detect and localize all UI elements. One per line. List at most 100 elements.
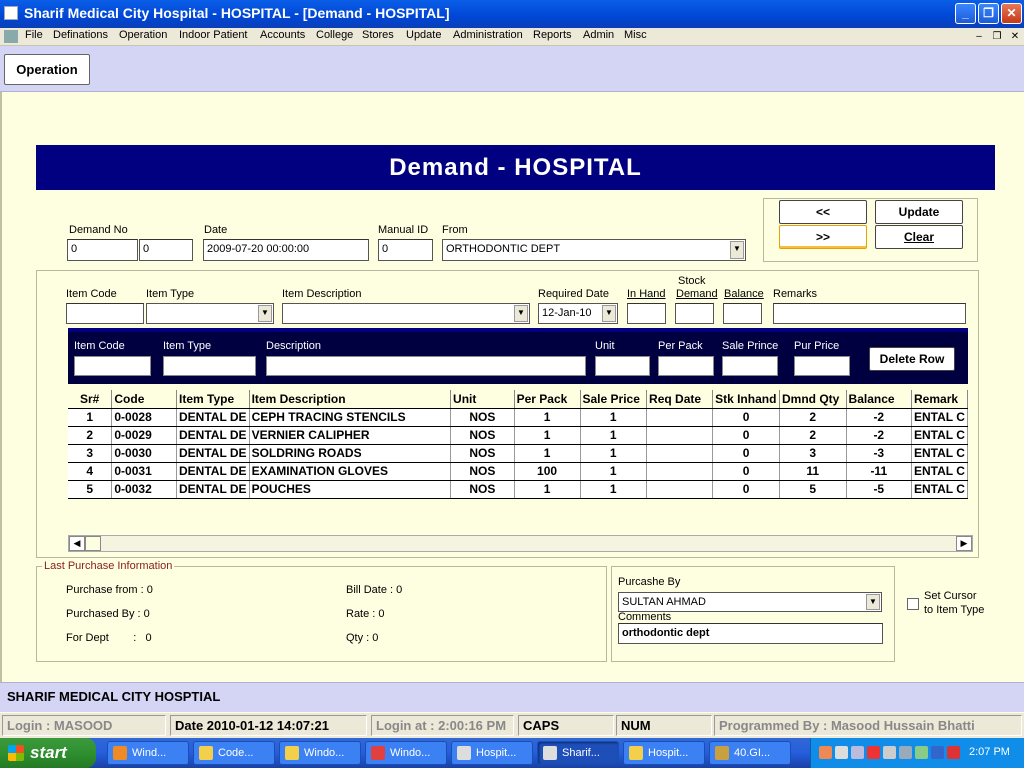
tray-settings-icon[interactable]: [899, 746, 912, 759]
tray-tools-icon[interactable]: [819, 746, 832, 759]
chevron-down-icon[interactable]: ▼: [730, 241, 744, 259]
mdi-minimize-icon[interactable]: –: [972, 30, 986, 43]
tray-app-icon[interactable]: [851, 746, 864, 759]
table-cell[interactable]: NOS: [450, 462, 515, 481]
table-cell[interactable]: 100: [514, 462, 581, 481]
table-cell[interactable]: 0-0028: [111, 408, 177, 427]
item-description-dropdown[interactable]: ▼: [282, 303, 530, 324]
table-cell[interactable]: ENTAL C: [911, 426, 968, 445]
maximize-button[interactable]: ❐: [978, 3, 999, 24]
table-cell[interactable]: NOS: [450, 480, 515, 499]
next-button[interactable]: >>: [779, 225, 867, 249]
edit-per-pack-input[interactable]: [658, 356, 714, 376]
menu-misc[interactable]: Misc: [624, 29, 647, 41]
table-cell[interactable]: NOS: [450, 408, 515, 427]
table-cell[interactable]: [646, 462, 714, 481]
table-cell[interactable]: DENTAL DE: [176, 426, 250, 445]
purchase-by-dropdown[interactable]: SULTAN AHMAD ▼: [618, 592, 882, 612]
table-cell[interactable]: ENTAL C: [911, 408, 968, 427]
demand-input[interactable]: [675, 303, 714, 324]
table-cell[interactable]: ENTAL C: [911, 480, 968, 499]
edit-item-code-input[interactable]: [74, 356, 151, 376]
update-button[interactable]: Update: [875, 200, 963, 224]
table-cell[interactable]: NOS: [450, 426, 515, 445]
chevron-down-icon[interactable]: ▼: [258, 305, 272, 322]
table-cell[interactable]: [646, 408, 714, 427]
table-cell[interactable]: ENTAL C: [911, 444, 968, 463]
table-cell[interactable]: EXAMINATION GLOVES: [249, 462, 452, 481]
column-header[interactable]: Item Type: [176, 390, 250, 409]
table-cell[interactable]: DENTAL DE: [176, 408, 250, 427]
table-cell[interactable]: 0-0032: [111, 480, 177, 499]
table-cell[interactable]: NOS: [450, 444, 515, 463]
menu-update[interactable]: Update: [406, 29, 441, 41]
table-cell[interactable]: 2: [779, 408, 847, 427]
table-cell[interactable]: 2: [68, 426, 113, 445]
table-row[interactable]: 1 0-0028 DENTAL DE CEPH TRACING STENCILS NOS…: [68, 408, 968, 427]
column-header[interactable]: Stk Inhand: [712, 390, 780, 409]
column-header[interactable]: Balance: [846, 390, 913, 409]
table-cell[interactable]: [646, 444, 714, 463]
title-bar[interactable]: Sharif Medical City Hospital - HOSPITAL …: [0, 0, 1024, 28]
menu-stores[interactable]: Stores: [362, 29, 394, 41]
table-cell[interactable]: 1: [514, 408, 581, 427]
from-dropdown[interactable]: ORTHODONTIC DEPT ▼: [442, 239, 746, 261]
app-icon[interactable]: [4, 6, 18, 20]
column-header[interactable]: Req Date: [646, 390, 714, 409]
menu-college[interactable]: College: [316, 29, 353, 41]
in-hand-input[interactable]: [627, 303, 666, 324]
column-header[interactable]: Item Description: [249, 390, 452, 409]
table-cell[interactable]: 1: [514, 426, 581, 445]
close-button[interactable]: ✕: [1001, 3, 1022, 24]
table-cell[interactable]: CEPH TRACING STENCILS: [249, 408, 452, 427]
table-cell[interactable]: 1: [580, 426, 648, 445]
table-cell[interactable]: 0: [712, 444, 780, 463]
chevron-down-icon[interactable]: ▼: [602, 305, 616, 322]
scroll-right-icon[interactable]: ▶: [956, 536, 972, 551]
table-cell[interactable]: 4: [68, 462, 113, 481]
scroll-left-icon[interactable]: ◀: [69, 536, 85, 551]
edit-unit-input[interactable]: [595, 356, 650, 376]
taskbar-item[interactable]: Hospit...: [451, 741, 533, 765]
table-cell[interactable]: 11: [779, 462, 847, 481]
table-cell[interactable]: POUCHES: [249, 480, 452, 499]
manual-id-field[interactable]: 0: [378, 239, 433, 261]
table-row[interactable]: 4 0-0031 DENTAL DE EXAMINATION GLOVES NOS 100…: [68, 462, 968, 481]
chevron-down-icon[interactable]: ▼: [866, 594, 880, 610]
table-cell[interactable]: 2: [779, 426, 847, 445]
scroll-thumb[interactable]: [85, 536, 101, 551]
table-cell[interactable]: DENTAL DE: [176, 462, 250, 481]
table-cell[interactable]: 3: [68, 444, 113, 463]
demand-no-field-1[interactable]: 0: [67, 239, 138, 261]
previous-button[interactable]: <<: [779, 200, 867, 224]
menu-administration[interactable]: Administration: [453, 29, 523, 41]
table-row[interactable]: 3 0-0030 DENTAL DE SOLDRING ROADS NOS 1 1 0 3 -3 E…: [68, 444, 968, 463]
menu-operation[interactable]: Operation: [119, 29, 167, 41]
mdi-restore-icon[interactable]: ❐: [990, 30, 1004, 43]
table-cell[interactable]: 1: [580, 444, 648, 463]
table-cell[interactable]: 0-0029: [111, 426, 177, 445]
table-row[interactable]: 2 0-0029 DENTAL DE VERNIER CALIPHER NOS 1 1 0 2-…: [68, 426, 968, 445]
edit-pur-price-input[interactable]: [794, 356, 850, 376]
edit-sale-price-input[interactable]: [722, 356, 778, 376]
taskbar-item[interactable]: Wind...: [107, 741, 189, 765]
edit-description-input[interactable]: [266, 356, 586, 376]
column-header[interactable]: Sale Price: [580, 390, 648, 409]
table-cell[interactable]: DENTAL DE: [176, 480, 250, 499]
table-cell[interactable]: 5: [68, 480, 113, 499]
table-cell[interactable]: 0: [712, 408, 780, 427]
table-cell[interactable]: 3: [779, 444, 847, 463]
table-cell[interactable]: -3: [846, 444, 913, 463]
table-cell[interactable]: 1: [68, 408, 113, 427]
remarks-input[interactable]: [773, 303, 966, 324]
balance-input[interactable]: [723, 303, 762, 324]
edit-item-type-input[interactable]: [163, 356, 256, 376]
item-type-dropdown[interactable]: ▼: [146, 303, 274, 324]
menu-accounts[interactable]: Accounts: [260, 29, 305, 41]
column-header[interactable]: Code: [111, 390, 177, 409]
taskbar-item[interactable]: Code...: [193, 741, 275, 765]
menu-admin[interactable]: Admin: [583, 29, 614, 41]
table-cell[interactable]: 1: [514, 480, 581, 499]
tray-display-icon[interactable]: [931, 746, 944, 759]
chevron-down-icon[interactable]: ▼: [514, 305, 528, 322]
